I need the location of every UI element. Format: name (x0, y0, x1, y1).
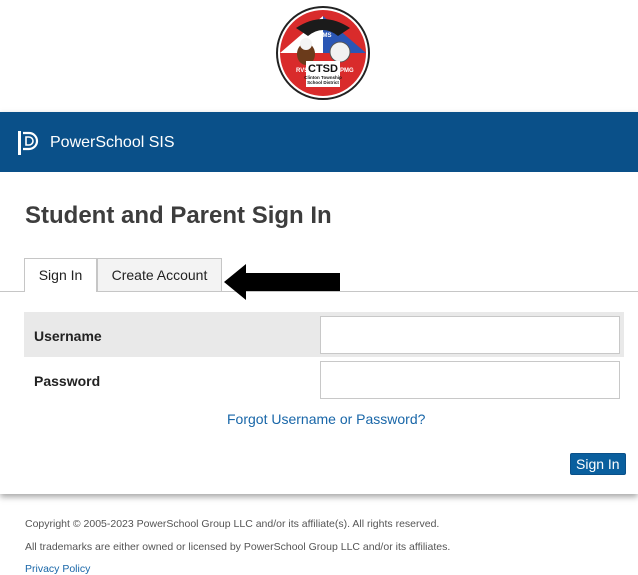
sign-in-button[interactable]: Sign In (570, 453, 626, 475)
sign-in-panel: PowerSchool SIS Student and Parent Sign … (0, 112, 638, 494)
username-input[interactable] (320, 316, 620, 354)
password-label: Password (34, 373, 101, 389)
copyright-text: Copyright © 2005-2023 PowerSchool Group … (25, 518, 440, 530)
page-title: Student and Parent Sign In (25, 202, 332, 229)
password-input[interactable] (320, 361, 620, 399)
forgot-credentials-link[interactable]: Forgot Username or Password? (227, 411, 425, 427)
tab-create-account[interactable]: Create Account (97, 258, 222, 291)
ctsd-seal-icon: CTMS RVS PMG CTSD Clinton Township Schoo… (276, 6, 370, 100)
logo-main-text: CTSD (308, 63, 338, 75)
logo-top-text: CTMS (315, 33, 332, 39)
privacy-policy-link[interactable]: Privacy Policy (25, 563, 90, 575)
username-label: Username (34, 328, 102, 344)
logo-sub-text-2: School District (307, 80, 339, 85)
logo-right-text: PMG (340, 68, 354, 74)
tab-sign-in[interactable]: Sign In (24, 258, 97, 292)
trademark-text: All trademarks are either owned or licen… (25, 541, 451, 553)
header-bar: PowerSchool SIS (0, 112, 638, 172)
logo-left-text: RVS (296, 68, 308, 74)
powerschool-logo-icon (16, 130, 40, 156)
brand-name: PowerSchool SIS (50, 134, 175, 151)
district-logo: CTMS RVS PMG CTSD Clinton Township Schoo… (276, 6, 370, 100)
left-arrow-icon (224, 264, 340, 300)
